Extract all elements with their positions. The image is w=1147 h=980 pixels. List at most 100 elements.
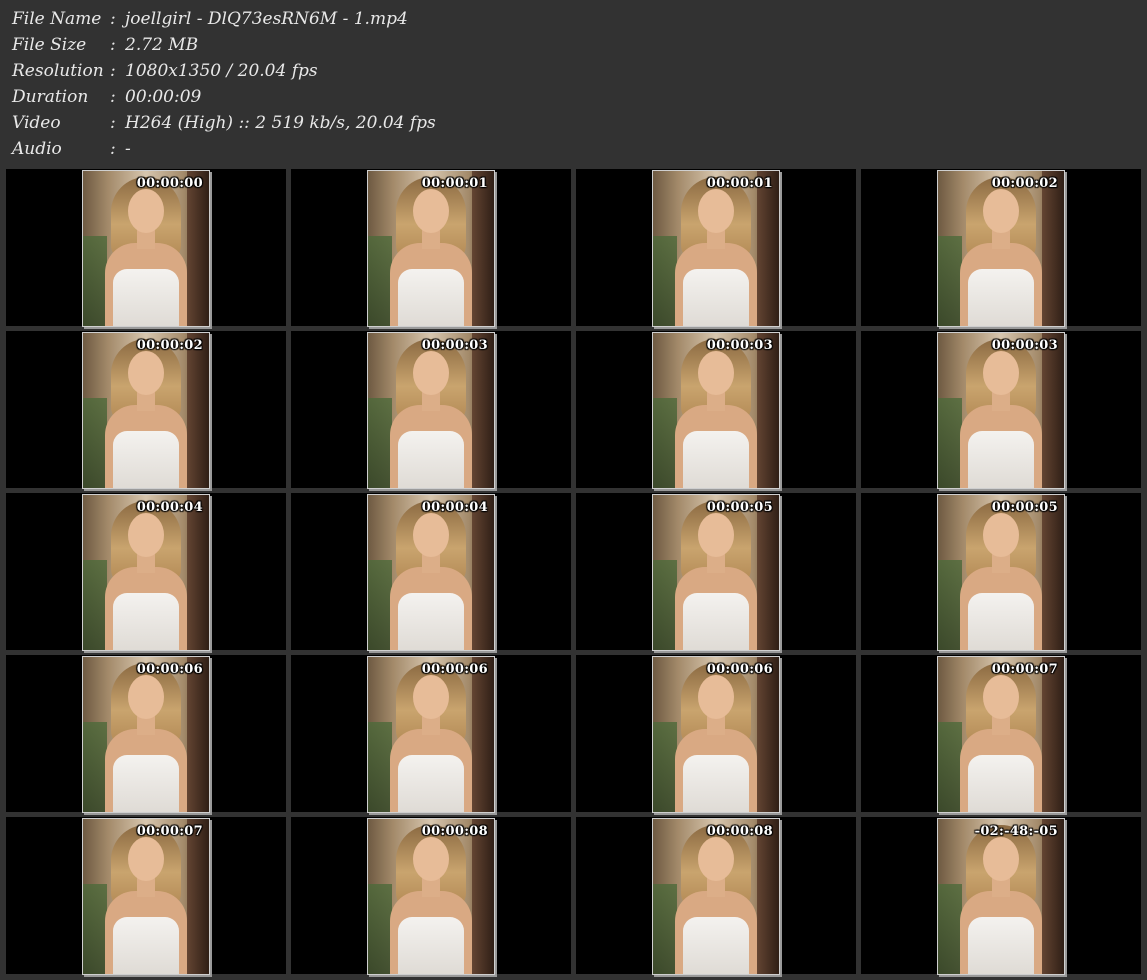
thumbnail-timestamp: 00:00:00 [136, 176, 203, 191]
thumbnail-cell: 00:00:03 [861, 331, 1141, 489]
info-separator: : [110, 61, 116, 81]
thumbnail-frame: 00:00:03 [652, 332, 780, 489]
thumbnail-image-post [757, 333, 779, 488]
thumbnail-image-foliage [368, 398, 392, 488]
thumbnail-image-top [683, 593, 749, 650]
thumbnail-image-face [983, 189, 1019, 233]
thumbnail-timestamp: 00:00:03 [706, 338, 773, 353]
thumbnail-image-foliage [938, 884, 962, 974]
thumbnail-image-post [187, 171, 209, 326]
thumbnail-timestamp: 00:00:04 [136, 500, 203, 515]
thumbnail-cell: 00:00:01 [576, 169, 856, 327]
thumbnail-image-face [698, 513, 734, 557]
thumbnail-image-foliage [368, 560, 392, 650]
thumbnail-cell: 00:00:07 [6, 817, 286, 975]
thumbnail-image-face [128, 351, 164, 395]
thumbnail-frame: 00:00:08 [652, 818, 780, 975]
thumbnail-image-post [1042, 333, 1064, 488]
thumbnail-cell: 00:00:05 [576, 493, 856, 651]
thumbnail-timestamp: 00:00:03 [991, 338, 1058, 353]
info-separator: : [110, 9, 116, 29]
thumbnail-image-foliage [938, 722, 962, 812]
thumbnail-image-top [398, 431, 464, 488]
thumbnail-image-post [472, 495, 494, 650]
thumbnail-timestamp: 00:00:08 [421, 824, 488, 839]
thumbnail-image-face [413, 351, 449, 395]
thumbnail-image-face [413, 189, 449, 233]
thumbnail-frame: 00:00:04 [367, 494, 495, 651]
thumbnail-cell: 00:00:04 [291, 493, 571, 651]
info-separator: : [110, 35, 116, 55]
thumbnail-timestamp: 00:00:08 [706, 824, 773, 839]
thumbnail-image-face [413, 513, 449, 557]
thumbnail-image-top [398, 269, 464, 326]
thumbnail-image-top [968, 269, 1034, 326]
thumbnail-cell: 00:00:06 [6, 655, 286, 813]
thumbnail-frame: 00:00:01 [367, 170, 495, 327]
thumbnail-cell: 00:00:01 [291, 169, 571, 327]
thumbnail-image-post [472, 657, 494, 812]
thumbnail-image-face [128, 675, 164, 719]
thumbnail-image-face [128, 189, 164, 233]
thumbnail-image-face [128, 513, 164, 557]
thumbnail-image-face [413, 837, 449, 881]
thumbnail-frame: 00:00:05 [937, 494, 1065, 651]
thumbnail-image-foliage [368, 236, 392, 326]
thumbnail-image-post [472, 171, 494, 326]
thumbnail-frame: 00:00:03 [367, 332, 495, 489]
thumbnail-image-face [128, 837, 164, 881]
thumbnail-cell: 00:00:03 [291, 331, 571, 489]
info-value: 1080x1350 / 20.04 fps [125, 61, 318, 81]
thumbnail-image-post [757, 171, 779, 326]
thumbnail-frame: 00:00:07 [82, 818, 210, 975]
thumbnail-image-foliage [83, 236, 107, 326]
info-label: Audio [12, 139, 62, 159]
info-row-resolution: Resolution : 1080x1350 / 20.04 fps [12, 58, 1132, 84]
thumbnail-image-post [1042, 819, 1064, 974]
thumbnail-timestamp: 00:00:04 [421, 500, 488, 515]
info-label: Duration [12, 87, 89, 107]
thumbnail-image-post [472, 819, 494, 974]
thumbnail-frame: 00:00:02 [82, 332, 210, 489]
thumbnail-frame: 00:00:07 [937, 656, 1065, 813]
thumbnail-grid: 00:00:00 00:00:01 00:00:01 00:00:02 00:00:02… [6, 169, 1142, 977]
info-row-file-name: File Name : joellgirl - DlQ73esRN6M - 1.… [12, 6, 1132, 32]
thumbnail-cell: 00:00:08 [576, 817, 856, 975]
thumbnail-image-foliage [83, 722, 107, 812]
thumbnail-timestamp: 00:00:01 [706, 176, 773, 191]
thumbnail-image-top [398, 755, 464, 812]
info-row-file-size: File Size : 2.72 MB [12, 32, 1132, 58]
thumbnail-image-face [983, 675, 1019, 719]
thumbnail-image-post [187, 333, 209, 488]
thumbnail-timestamp: 00:00:05 [706, 500, 773, 515]
thumbnail-frame: 00:00:06 [367, 656, 495, 813]
thumbnail-image-top [968, 431, 1034, 488]
thumbnail-image-post [1042, 171, 1064, 326]
thumbnail-image-top [398, 593, 464, 650]
thumbnail-timestamp: 00:00:06 [136, 662, 203, 677]
thumbnail-timestamp: -02:-48:-05 [974, 824, 1058, 839]
thumbnail-image-top [683, 755, 749, 812]
thumbnail-image-foliage [653, 560, 677, 650]
info-row-video: Video : H264 (High) :: 2 519 kb/s, 20.04… [12, 110, 1132, 136]
thumbnail-frame: 00:00:06 [82, 656, 210, 813]
thumbnail-image-foliage [368, 884, 392, 974]
thumbnail-image-foliage [653, 722, 677, 812]
thumbnail-image-foliage [653, 398, 677, 488]
thumbnail-image-face [698, 837, 734, 881]
info-value: 00:00:09 [125, 87, 202, 107]
thumbnail-image-foliage [653, 236, 677, 326]
thumbnail-image-top [113, 593, 179, 650]
file-info-panel: File Name : joellgirl - DlQ73esRN6M - 1.… [12, 6, 1132, 162]
thumbnail-cell: 00:00:05 [861, 493, 1141, 651]
thumbnail-image-face [698, 351, 734, 395]
info-value: H264 (High) :: 2 519 kb/s, 20.04 fps [125, 113, 436, 133]
thumbnail-image-top [968, 917, 1034, 974]
thumbnail-image-foliage [938, 236, 962, 326]
thumbnail-image-top [113, 269, 179, 326]
info-label: File Size [12, 35, 87, 55]
thumbnail-image-post [757, 657, 779, 812]
thumbnail-timestamp: 00:00:05 [991, 500, 1058, 515]
thumbnail-image-face [983, 513, 1019, 557]
thumbnail-image-face [983, 837, 1019, 881]
